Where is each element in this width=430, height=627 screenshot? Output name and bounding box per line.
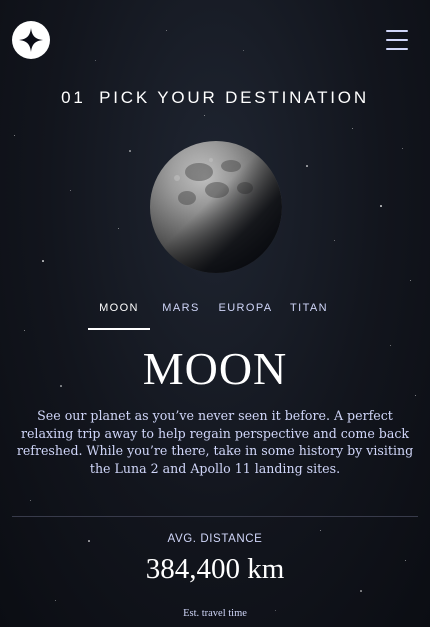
destination-description: See our planet as you’ve never seen it b… (16, 408, 414, 476)
page-title: 01 PICK YOUR DESTINATION (0, 88, 430, 108)
logo[interactable] (12, 21, 50, 59)
tab-europa[interactable]: EUROPA (212, 300, 279, 330)
step-number: 01 (61, 88, 86, 107)
header (0, 0, 430, 80)
travel-time-label: Est. travel time (183, 608, 247, 619)
hamburger-menu-icon[interactable] (386, 30, 408, 50)
moon-image (147, 138, 285, 276)
destination-tabs: MOON MARS EUROPA TITAN (88, 300, 339, 332)
divider (12, 516, 418, 517)
tab-titan[interactable]: TITAN (279, 300, 339, 330)
star-logo-icon (19, 28, 43, 52)
tab-moon[interactable]: MOON (88, 300, 150, 330)
tab-mars[interactable]: MARS (150, 300, 212, 330)
avg-distance-label: AVG. DISTANCE (167, 533, 263, 545)
page-heading-text: PICK YOUR DESTINATION (99, 88, 369, 107)
avg-distance-value: 384,400 km (145, 553, 285, 585)
destination-name: MOON (142, 343, 288, 394)
